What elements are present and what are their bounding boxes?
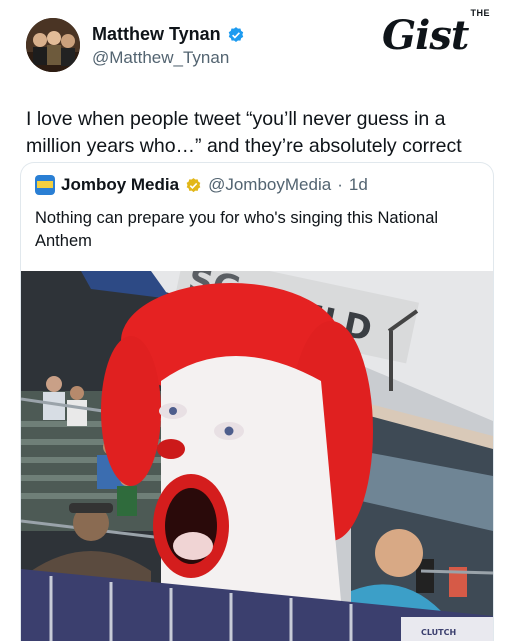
quoted-timestamp[interactable]: 1d [349,175,368,195]
tweet-header: Matthew Tynan @Matthew_Tynan THE Gist [0,0,512,90]
banner-text: CLUTCH [421,628,456,637]
brand-logo: THE Gist [382,8,504,68]
quoted-media-image[interactable]: SG FIELD [21,271,493,641]
author-name[interactable]: Matthew Tynan [92,24,221,45]
quoted-author-handle[interactable]: @JomboyMedia [208,175,331,195]
gold-verified-badge-icon [185,177,202,194]
quoted-author-name[interactable]: Jomboy Media [61,175,179,195]
author-avatar[interactable] [26,18,80,72]
verified-badge-icon [227,26,245,44]
quoted-avatar[interactable] [35,175,55,195]
author-handle[interactable]: @Matthew_Tynan [92,48,229,68]
brand-logo-word: Gist [382,12,469,59]
tweet-text: I love when people tweet “you’ll never g… [26,108,462,157]
quoted-tweet-text: Nothing can prepare you for who's singin… [35,209,439,250]
quoted-tweet-card[interactable]: Jomboy Media @JomboyMedia · 1d Nothing c… [20,162,494,641]
brand-logo-the: THE [470,8,490,18]
separator-dot: · [337,175,343,194]
